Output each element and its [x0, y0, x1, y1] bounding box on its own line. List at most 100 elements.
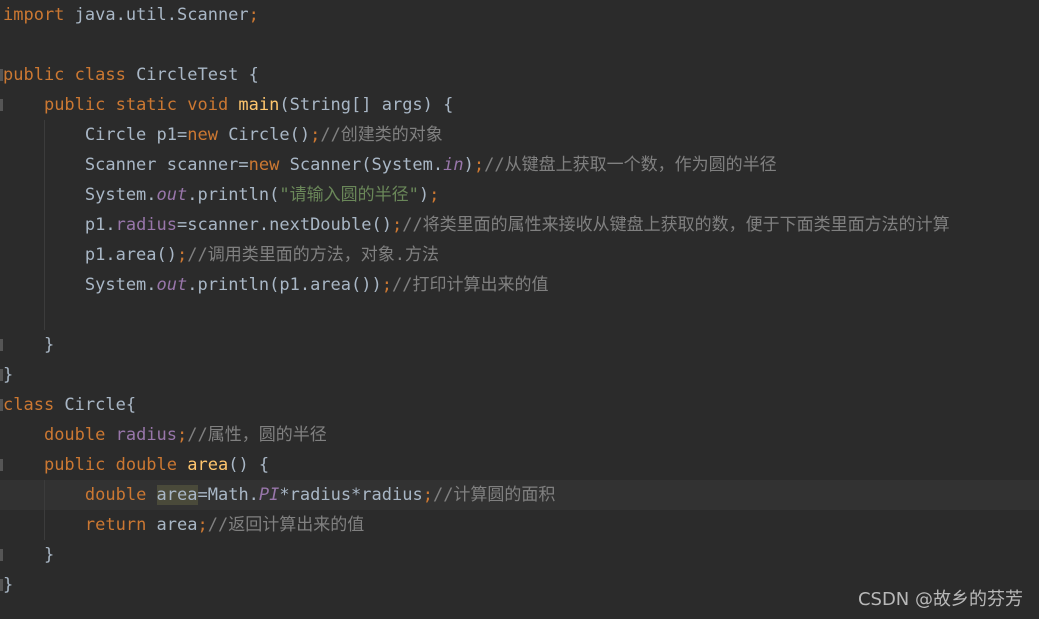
code-text: }	[3, 330, 54, 360]
code-text: p1.area();//调用类里面的方法，对象.方法	[3, 240, 439, 270]
code-token: double	[43, 425, 116, 445]
csdn-watermark: CSDN @故乡的芬芳	[857, 589, 1023, 610]
code-text: double area=Math.PI*radius*radius;//计算圆的…	[3, 480, 555, 510]
code-line[interactable]: public double area() {	[0, 450, 1039, 480]
code-token: out	[156, 275, 188, 295]
code-text: System.out.println(p1.area());//打印计算出来的值	[3, 270, 549, 300]
code-token: radius	[115, 215, 178, 235]
code-token: //从键盘上获取一个数，作为圆的半径	[484, 155, 777, 175]
code-token: ;	[381, 275, 392, 295]
fold-marker-icon[interactable]	[0, 459, 3, 471]
code-line[interactable]: double radius;//属性，圆的半径	[0, 420, 1039, 450]
code-token: p1.area()	[3, 245, 177, 265]
code-token: )	[418, 185, 430, 205]
code-token: ;	[177, 425, 188, 445]
code-line[interactable]: import java.util.Scanner;	[0, 0, 1039, 30]
code-line[interactable]: public static void main(String[] args) {	[0, 90, 1039, 120]
code-token: public static void	[43, 95, 239, 115]
code-token: main	[238, 95, 280, 115]
code-token: }	[3, 335, 55, 355]
code-token: ;	[310, 125, 321, 145]
code-token: in	[443, 155, 464, 175]
code-line[interactable]: System.out.println("请输入圆的半径");	[0, 180, 1039, 210]
code-token: double	[84, 485, 157, 505]
code-token: CircleTest {	[136, 65, 259, 85]
code-line[interactable]: }	[0, 360, 1039, 390]
code-token: ;	[473, 155, 485, 175]
code-token: class	[3, 395, 65, 415]
fold-marker-icon[interactable]	[0, 99, 3, 111]
code-token: System.	[3, 185, 157, 205]
fold-marker-icon[interactable]	[0, 339, 3, 351]
code-line[interactable]: System.out.println(p1.area());//打印计算出来的值	[0, 270, 1039, 300]
code-token: }	[3, 545, 55, 565]
code-text: p1.radius=scanner.nextDouble();//将类里面的属性…	[3, 210, 950, 240]
code-line[interactable]: double area=Math.PI*radius*radius;//计算圆的…	[0, 480, 1039, 510]
fold-marker-icon[interactable]	[0, 369, 3, 381]
code-token: ;	[422, 485, 433, 505]
code-token: Circle p1=	[3, 125, 188, 145]
fold-marker-icon[interactable]	[0, 399, 3, 411]
code-text: class Circle{	[3, 390, 136, 420]
code-line[interactable]	[0, 30, 1039, 60]
code-token: ;	[197, 515, 208, 535]
code-token: public class	[3, 65, 137, 85]
code-token: java.util.Scanner	[64, 5, 249, 25]
code-token: area	[156, 515, 198, 535]
code-token: import	[3, 5, 65, 25]
code-token: .println(	[187, 185, 280, 205]
code-text: public class CircleTest {	[3, 60, 259, 90]
code-token: System.	[3, 275, 157, 295]
code-token: //打印计算出来的值	[391, 275, 549, 295]
code-token: Scanner scanner=	[3, 155, 249, 175]
code-token: Circle()	[228, 125, 311, 145]
code-token: =scanner.nextDouble()	[177, 215, 392, 235]
code-text: }	[3, 540, 54, 570]
code-token: area	[156, 485, 198, 505]
code-token: (String[] args) {	[279, 95, 454, 115]
code-line[interactable]: class Circle{	[0, 390, 1039, 420]
fold-marker-icon[interactable]	[0, 549, 3, 561]
code-token: ;	[429, 185, 440, 205]
code-token: }	[3, 365, 14, 385]
code-token: area	[187, 455, 229, 475]
indent-guide	[44, 120, 45, 330]
code-text: public double area() {	[3, 450, 269, 480]
code-line[interactable]: p1.radius=scanner.nextDouble();//将类里面的属性…	[0, 210, 1039, 240]
code-token: //计算圆的面积	[432, 485, 556, 505]
code-line[interactable]: Circle p1=new Circle();//创建类的对象	[0, 120, 1039, 150]
code-token: *radius*radius	[279, 485, 423, 505]
code-text: Scanner scanner=new Scanner(System.in);/…	[3, 150, 777, 180]
code-token: =Math.	[197, 485, 259, 505]
code-token: new	[248, 155, 290, 175]
code-token: public double	[43, 455, 188, 475]
code-editor[interactable]: import java.util.Scanner; public class Ci…	[0, 0, 1039, 619]
code-line[interactable]: return area;//返回计算出来的值	[0, 510, 1039, 540]
code-token: //创建类的对象	[320, 125, 443, 145]
code-text: }	[3, 360, 13, 390]
code-text: System.out.println("请输入圆的半径");	[3, 180, 439, 210]
code-text: return area;//返回计算出来的值	[3, 510, 364, 540]
code-token: radius	[115, 425, 178, 445]
code-line[interactable]: }	[0, 330, 1039, 360]
code-line[interactable]	[0, 300, 1039, 330]
code-token: )	[463, 155, 474, 175]
code-token: return	[84, 515, 157, 535]
code-token: "请输入圆的半径"	[279, 185, 419, 205]
code-token: //调用类里面的方法，对象.方法	[187, 245, 439, 265]
code-token: Circle{	[64, 395, 137, 415]
code-token: new	[187, 125, 229, 145]
fold-marker-icon[interactable]	[0, 579, 3, 591]
code-line[interactable]: p1.area();//调用类里面的方法，对象.方法	[0, 240, 1039, 270]
fold-marker-icon[interactable]	[0, 69, 3, 81]
code-line[interactable]: Scanner scanner=new Scanner(System.in);/…	[0, 150, 1039, 180]
code-token: //属性，圆的半径	[187, 425, 327, 445]
code-line[interactable]: }	[0, 540, 1039, 570]
code-line[interactable]: public class CircleTest {	[0, 60, 1039, 90]
code-text: Circle p1=new Circle();//创建类的对象	[3, 120, 443, 150]
code-token: PI	[258, 485, 280, 505]
code-text: public static void main(String[] args) {	[3, 90, 453, 120]
code-text: import java.util.Scanner;	[3, 0, 259, 30]
